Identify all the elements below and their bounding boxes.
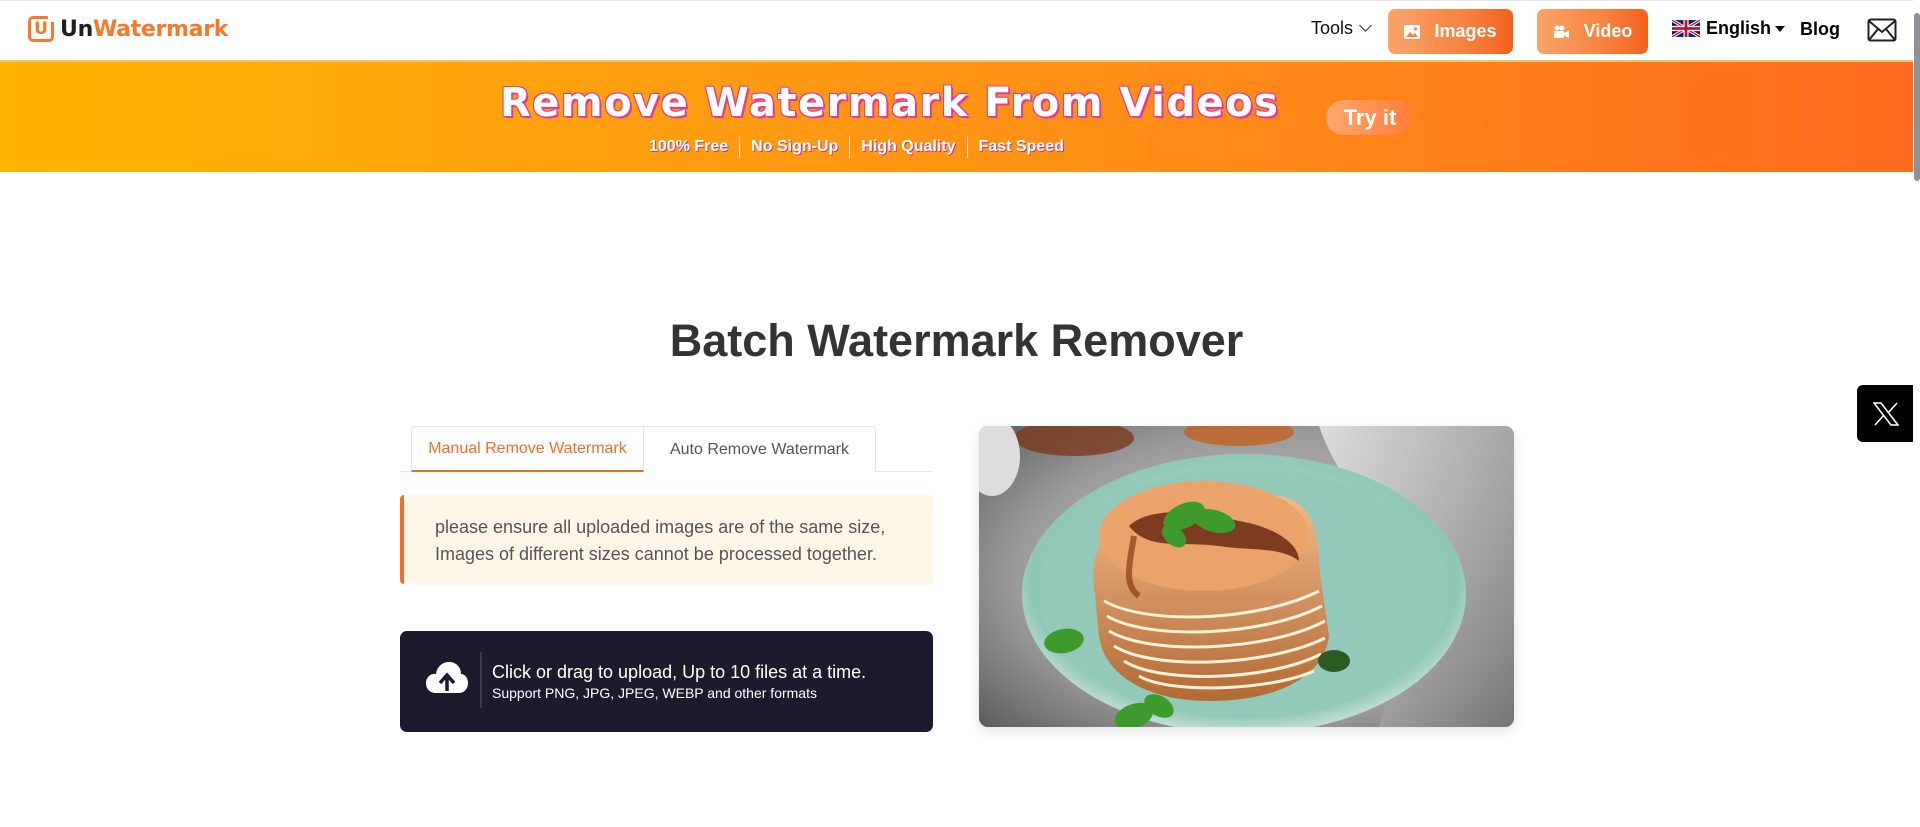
nav-tools-label: Tools — [1311, 18, 1354, 38]
feature-divider — [739, 136, 741, 158]
size-notice: please ensure all uploaded images are of… — [400, 495, 933, 584]
mode-tabs: Manual Remove Watermark Auto Remove Wate… — [400, 426, 933, 472]
try-it-button[interactable]: Try it — [1326, 100, 1414, 135]
scrollbar-thumb[interactable] — [1914, 13, 1920, 181]
banner-title: Remove Watermark From Videos — [500, 80, 1280, 126]
page-title: Batch Watermark Remover — [669, 315, 1244, 366]
banner-feature: Fast Speed — [978, 138, 1064, 155]
banner-feature: High Quality — [861, 138, 956, 155]
image-icon — [1404, 24, 1421, 39]
nav-video-button[interactable]: Video — [1537, 9, 1648, 54]
promo-banner[interactable]: Remove Watermark From Videos 100% Free N… — [0, 60, 1913, 172]
upload-dropzone[interactable]: Click or drag to upload, Up to 10 files … — [400, 631, 933, 732]
pancake-image — [979, 426, 1514, 727]
x-twitter-icon — [1872, 401, 1899, 426]
feature-divider — [849, 136, 851, 158]
tab-auto-remove[interactable]: Auto Remove Watermark — [644, 426, 876, 472]
chevron-down-icon — [1359, 19, 1372, 32]
feature-divider — [966, 136, 968, 158]
upload-main-text: Click or drag to upload, Up to 10 files … — [492, 662, 867, 682]
nav-video-label: Video — [1583, 21, 1633, 41]
logo-icon: U — [28, 15, 55, 42]
logo-text-prefix: Un — [60, 16, 93, 42]
tab-manual-remove[interactable]: Manual Remove Watermark — [411, 426, 644, 472]
logo-text: UnWatermark — [60, 17, 228, 42]
nav-tools-dropdown[interactable]: Tools — [1311, 18, 1372, 39]
cloud-upload-icon — [426, 661, 468, 700]
video-camera-icon — [1553, 25, 1570, 39]
nav-blog-link[interactable]: Blog — [1800, 19, 1840, 40]
x-share-button[interactable] — [1857, 385, 1914, 442]
language-label: English — [1706, 18, 1772, 38]
caret-down-icon — [1775, 25, 1786, 32]
mail-icon[interactable] — [1867, 18, 1897, 47]
nav-images-label: Images — [1434, 21, 1497, 41]
notice-line-1: please ensure all uploaded images are of… — [435, 517, 886, 537]
upload-divider — [480, 652, 482, 708]
upload-sub-text: Support PNG, JPG, JPEG, WEBP and other f… — [492, 685, 817, 701]
site-logo[interactable]: U UnWatermark — [28, 15, 228, 42]
language-selector[interactable]: English — [1672, 18, 1786, 39]
page-scrollbar[interactable] — [1913, 0, 1920, 827]
notice-line-2: Images of different sizes cannot be proc… — [435, 544, 877, 564]
uk-flag-icon — [1672, 20, 1700, 37]
example-preview-image — [979, 426, 1514, 727]
banner-feature: No Sign-Up — [751, 138, 839, 155]
nav-images-button[interactable]: Images — [1388, 9, 1513, 54]
banner-features: 100% Free No Sign-Up High Quality Fast S… — [649, 136, 1064, 158]
top-nav-bar: U UnWatermark Tools Images Video English… — [0, 0, 1913, 60]
banner-feature: 100% Free — [649, 138, 729, 155]
logo-text-suffix: Watermark — [92, 16, 229, 42]
